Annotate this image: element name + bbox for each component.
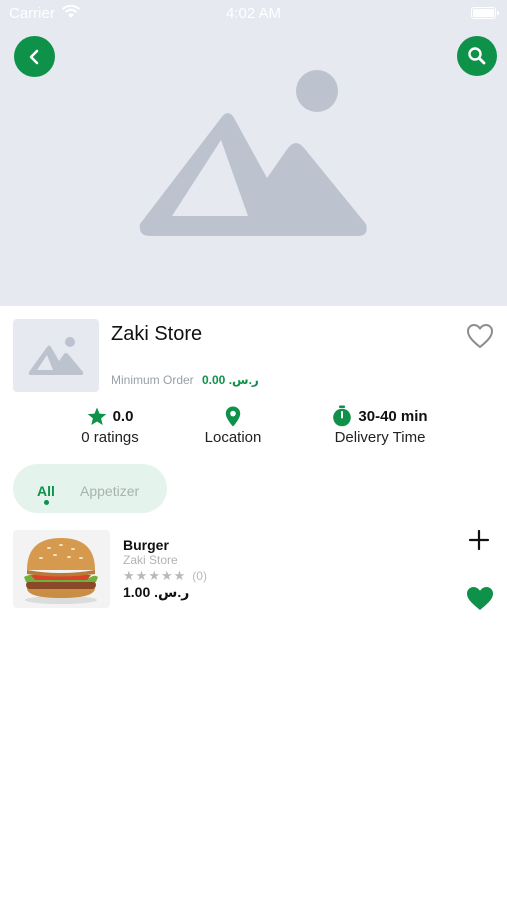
clock: 4:02 AM: [225, 5, 282, 22]
image-placeholder-icon: [28, 336, 84, 375]
delivery-time-stat: 30-40 min Delivery Time: [320, 405, 440, 446]
back-icon: [29, 49, 38, 64]
heart-filled-icon[interactable]: [466, 586, 494, 611]
burger-image: [13, 530, 110, 608]
delivery-time-label: Delivery Time: [334, 429, 426, 446]
delivery-time-value: 30-40 min: [358, 407, 428, 425]
product-rating: ★ ★ ★ ★ ★ (0): [123, 568, 207, 584]
image-placeholder-icon: [139, 70, 367, 236]
product-store-name: Zaki Store: [123, 553, 178, 567]
battery-icon: [471, 7, 499, 19]
tab-all[interactable]: All: [37, 483, 55, 499]
rating-count: (0): [192, 569, 207, 583]
timer-icon: [333, 405, 352, 427]
rating-value: 0.0: [112, 407, 134, 425]
min-order-value: 0.00 .ر.س: [202, 373, 259, 387]
tab-appetizer[interactable]: Appetizer: [80, 483, 139, 499]
location-label: Location: [204, 429, 262, 446]
product-image[interactable]: [13, 530, 110, 608]
product-price: 1.00 .ر.س: [123, 584, 190, 600]
store-cover-image: Carrier 4:02 AM: [0, 0, 507, 306]
search-button[interactable]: [457, 36, 497, 76]
min-order-label: Minimum Order: [111, 373, 194, 387]
location-pin-icon: [225, 406, 241, 426]
active-tab-indicator: [44, 500, 49, 505]
search-icon: [468, 47, 486, 65]
star-icon: ★: [173, 568, 186, 583]
location-stat[interactable]: Location: [193, 405, 273, 446]
status-bar: Carrier 4:02 AM: [0, 0, 507, 28]
product-name: Burger: [123, 537, 169, 553]
back-button[interactable]: [14, 36, 55, 77]
heart-outline-icon[interactable]: [466, 323, 494, 349]
category-tabs: All Appetizer: [13, 464, 167, 513]
star-icon: ★: [148, 568, 160, 583]
star-icon: [87, 407, 106, 425]
star-icon: ★: [160, 568, 173, 583]
star-icon: ★: [123, 568, 135, 583]
rating-stat: 0.0 0 ratings: [70, 405, 150, 446]
rating-label: 0 ratings: [81, 429, 139, 446]
store-logo: [13, 319, 99, 392]
star-icon: ★: [135, 568, 148, 583]
plus-icon[interactable]: [467, 528, 491, 552]
store-name: Zaki Store: [111, 323, 203, 345]
